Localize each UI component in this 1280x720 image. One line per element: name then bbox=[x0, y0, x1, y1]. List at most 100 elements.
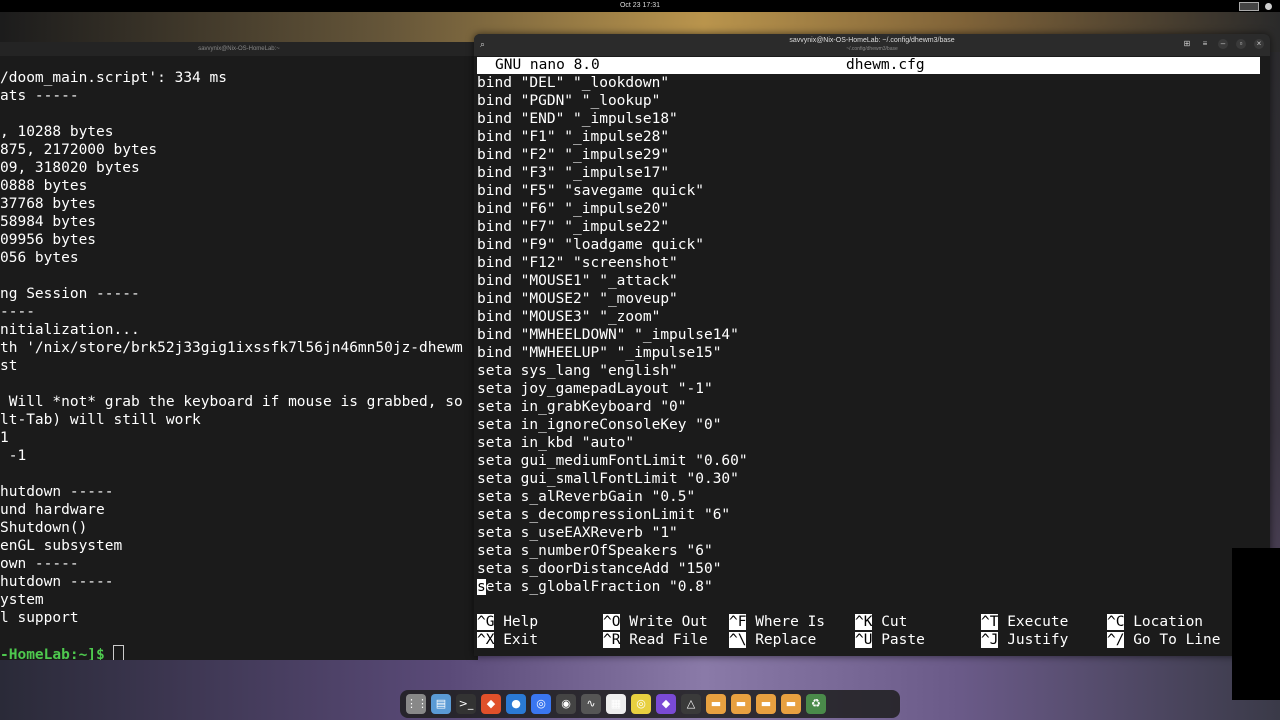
config-line[interactable]: seta in_kbd "auto" bbox=[477, 434, 748, 452]
menu-icon[interactable]: ≡ bbox=[1200, 39, 1210, 49]
folder-icon[interactable]: ▬ bbox=[731, 694, 751, 714]
config-line[interactable]: bind "MOUSE3" "_zoom" bbox=[477, 308, 748, 326]
inkscape-icon[interactable]: △ bbox=[681, 694, 701, 714]
folder-icon[interactable]: ▬ bbox=[706, 694, 726, 714]
shortcut-read-file[interactable]: ^R Read File bbox=[603, 631, 708, 649]
shortcut-key: ^X bbox=[477, 632, 495, 648]
config-line[interactable]: seta joy_gamepadLayout "-1" bbox=[477, 380, 748, 398]
shortcut-write-out[interactable]: ^O Write Out bbox=[603, 613, 708, 631]
window-header: ⌕ savvynix@Nix-OS-HomeLab: ~/.config/dhe… bbox=[474, 34, 1270, 56]
shortcut-key: ^U bbox=[855, 632, 873, 648]
shortcut-execute[interactable]: ^T Execute bbox=[981, 613, 1068, 631]
config-line[interactable]: bind "F1" "_impulse28" bbox=[477, 128, 748, 146]
config-line[interactable]: bind "MWHEELUP" "_impulse15" bbox=[477, 344, 748, 362]
shortcut-key: ^/ bbox=[1107, 632, 1125, 648]
config-line[interactable]: bind "MOUSE1" "_attack" bbox=[477, 272, 748, 290]
config-line[interactable]: seta gui_mediumFontLimit "0.60" bbox=[477, 452, 748, 470]
terminal-line: 09956 bytes bbox=[0, 232, 97, 248]
config-line[interactable]: seta s_useEAXReverb "1" bbox=[477, 524, 748, 542]
shortcut-key: ^R bbox=[603, 632, 621, 648]
minimize-icon[interactable]: – bbox=[1218, 39, 1228, 49]
nano-terminal-window[interactable]: ⌕ savvynix@Nix-OS-HomeLab: ~/.config/dhe… bbox=[474, 34, 1270, 656]
shortcut-label: Cut bbox=[872, 614, 908, 630]
config-line[interactable]: seta gui_smallFontLimit "0.30" bbox=[477, 470, 748, 488]
config-line[interactable]: seta sys_lang "english" bbox=[477, 362, 748, 380]
config-line[interactable]: seta in_grabKeyboard "0" bbox=[477, 398, 748, 416]
power-icon bbox=[1265, 3, 1272, 10]
terminal-line: -1 bbox=[0, 448, 27, 464]
terminal-line: 056 bytes bbox=[0, 250, 79, 266]
shortcut-key: ^G bbox=[477, 614, 495, 630]
folder-icon[interactable]: ▬ bbox=[756, 694, 776, 714]
shortcut-help[interactable]: ^G Help bbox=[477, 613, 538, 631]
editor-text[interactable]: bind "DEL" "_lookdown" bind "PGDN" "_look… bbox=[477, 74, 748, 596]
calendar-icon[interactable]: ▦ bbox=[606, 694, 626, 714]
proton-icon[interactable]: ◆ bbox=[656, 694, 676, 714]
shortcut-go-to-line[interactable]: ^/ Go To Line bbox=[1107, 631, 1221, 649]
shortcut-where-is[interactable]: ^F Where Is bbox=[729, 613, 825, 631]
brave-icon[interactable]: ◆ bbox=[481, 694, 501, 714]
close-icon[interactable]: × bbox=[1254, 39, 1264, 49]
terminal-line: Will *not* grab the keyboard if mouse is… bbox=[0, 394, 463, 410]
config-line[interactable]: bind "F6" "_impulse20" bbox=[477, 200, 748, 218]
terminal-line: ats ----- bbox=[0, 88, 79, 104]
config-line[interactable]: bind "END" "_impulse18" bbox=[477, 110, 748, 128]
maximize-icon[interactable]: ▫ bbox=[1236, 39, 1246, 49]
files-icon[interactable]: ▤ bbox=[431, 694, 451, 714]
system-tray[interactable] bbox=[1239, 2, 1272, 11]
config-line[interactable]: seta s_doorDistanceAdd "150" bbox=[477, 560, 748, 578]
shortcut-key: ^\ bbox=[729, 632, 747, 648]
shortcut-exit[interactable]: ^X Exit bbox=[477, 631, 538, 649]
thunderbird-icon[interactable]: ● bbox=[506, 694, 526, 714]
window-title: savvynix@Nix-OS-HomeLab:~ bbox=[0, 42, 478, 56]
disk-icon[interactable]: ◎ bbox=[631, 694, 651, 714]
shortcut-label: Help bbox=[494, 614, 539, 630]
window-title: savvynix@Nix-OS-HomeLab: ~/.config/dhewm… bbox=[789, 37, 955, 44]
config-line[interactable]: seta s_alReverbGain "0.5" bbox=[477, 488, 748, 506]
config-line[interactable]: bind "F3" "_impulse17" bbox=[477, 164, 748, 182]
config-line[interactable]: seta in_ignoreConsoleKey "0" bbox=[477, 416, 748, 434]
shortcut-cut[interactable]: ^K Cut bbox=[855, 613, 907, 631]
shortcut-justify[interactable]: ^J Justify bbox=[981, 631, 1068, 649]
clock[interactable]: Oct 23 17:31 bbox=[0, 2, 1280, 9]
shortcut-replace[interactable]: ^\ Replace bbox=[729, 631, 816, 649]
terminal-line: st bbox=[0, 358, 18, 374]
folder-icon[interactable]: ▬ bbox=[781, 694, 801, 714]
trash-icon[interactable]: ♻ bbox=[806, 694, 826, 714]
terminal-line: 09, 318020 bytes bbox=[0, 160, 140, 176]
shortcut-label: Exit bbox=[494, 632, 539, 648]
shortcut-label: Paste bbox=[872, 632, 925, 648]
obs-icon[interactable]: ◉ bbox=[556, 694, 576, 714]
config-line-current[interactable]: seta s_globalFraction "0.8" bbox=[477, 578, 748, 596]
terminal-line: l support bbox=[0, 610, 79, 626]
config-line[interactable]: seta s_numberOfSpeakers "6" bbox=[477, 542, 748, 560]
prompt-line[interactable]: -HomeLab:~]$ bbox=[0, 645, 463, 660]
new-tab-icon[interactable]: ⊞ bbox=[1182, 39, 1192, 49]
config-line[interactable]: bind "F2" "_impulse29" bbox=[477, 146, 748, 164]
config-line[interactable]: seta s_decompressionLimit "6" bbox=[477, 506, 748, 524]
left-terminal-window[interactable]: savvynix@Nix-OS-HomeLab:~ /doom_main.scr… bbox=[0, 42, 478, 660]
terminal-line: ng Session ----- bbox=[0, 286, 140, 302]
config-line[interactable]: bind "MWHEELDOWN" "_impulse14" bbox=[477, 326, 748, 344]
config-line[interactable]: bind "F9" "loadgame quick" bbox=[477, 236, 748, 254]
config-line[interactable]: bind "PGDN" "_lookup" bbox=[477, 92, 748, 110]
apps-grid-icon[interactable]: ⋮⋮ bbox=[406, 694, 428, 714]
terminal-line: Shutdown() bbox=[0, 520, 88, 536]
config-line[interactable]: bind "F12" "screenshot" bbox=[477, 254, 748, 272]
terminal-icon[interactable]: >_ bbox=[456, 694, 476, 714]
nano-version: GNU nano 8.0 bbox=[495, 57, 600, 73]
shortcut-paste[interactable]: ^U Paste bbox=[855, 631, 925, 649]
terminal-line: ystem bbox=[0, 592, 44, 608]
audio-icon[interactable]: ∿ bbox=[581, 694, 601, 714]
config-line[interactable]: bind "DEL" "_lookdown" bbox=[477, 74, 748, 92]
shortcut-location[interactable]: ^C Location bbox=[1107, 613, 1203, 631]
shortcut-key: ^T bbox=[981, 614, 999, 630]
shortcut-key: ^O bbox=[603, 614, 621, 630]
signal-icon[interactable]: ◎ bbox=[531, 694, 551, 714]
config-line[interactable]: bind "F5" "savegame quick" bbox=[477, 182, 748, 200]
config-line[interactable]: bind "MOUSE2" "_moveup" bbox=[477, 290, 748, 308]
shortcut-key: ^F bbox=[729, 614, 747, 630]
config-line[interactable]: bind "F7" "_impulse22" bbox=[477, 218, 748, 236]
terminal-line: th '/nix/store/brk52j33gig1ixssfk7l56jn4… bbox=[0, 340, 463, 356]
